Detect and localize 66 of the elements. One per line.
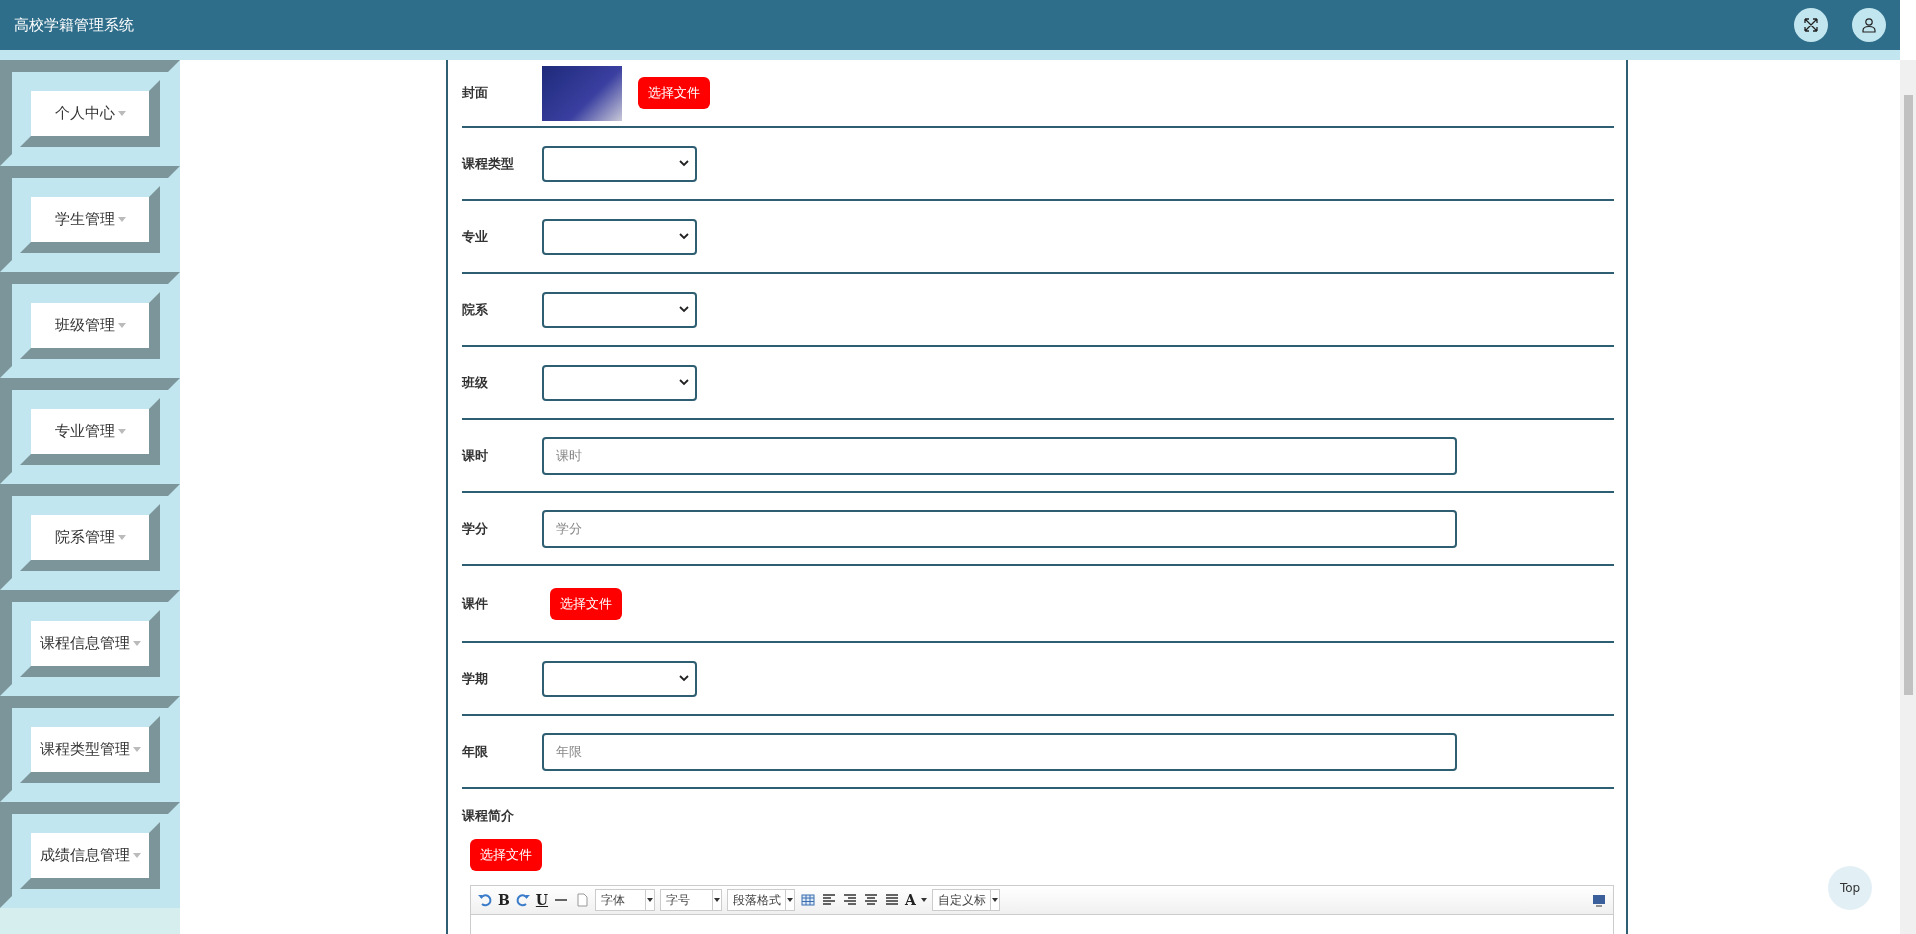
field-label: 课件: [462, 594, 489, 613]
menu-label: 个人中心: [20, 79, 160, 147]
fullscreen-button[interactable]: [1794, 8, 1828, 42]
menu-label: 学生管理: [20, 185, 160, 253]
field-label: 班级: [462, 373, 489, 392]
choose-file-button[interactable]: 选择文件: [470, 839, 542, 871]
field-label: 学期: [462, 669, 489, 688]
menu-label: 课程信息管理: [20, 609, 160, 677]
app-title: 高校学籍管理系统: [14, 15, 134, 35]
sidebar-item[interactable]: 课程类型管理: [0, 696, 180, 802]
sidebar-item[interactable]: 专业管理: [0, 378, 180, 484]
underline-button[interactable]: U: [535, 892, 549, 908]
menu-label: 院系管理: [20, 503, 160, 571]
caret-icon[interactable]: [920, 898, 927, 902]
scrollbar[interactable]: [1900, 60, 1916, 934]
text-field[interactable]: 学分: [542, 509, 1457, 548]
choose-file-button[interactable]: 选择文件: [550, 587, 622, 620]
select-field[interactable]: [542, 291, 697, 328]
field-label: 封面: [462, 84, 489, 102]
chevron-icon: [679, 306, 689, 313]
align-center-icon[interactable]: [863, 892, 880, 908]
chevron-icon: [679, 160, 689, 167]
select-field[interactable]: [542, 364, 697, 401]
expand-arrows-icon: [1803, 17, 1819, 33]
editor-dropdown[interactable]: 段落格式: [727, 889, 796, 911]
monitor-icon[interactable]: [1591, 892, 1607, 908]
editor-dropdown[interactable]: 自定义标: [931, 889, 1000, 911]
chevron-icon: [679, 675, 689, 682]
select-field[interactable]: [542, 660, 697, 697]
menu-label: 成绩信息管理: [20, 821, 160, 889]
redo-icon[interactable]: [514, 892, 531, 908]
menu-label: 专业管理: [20, 397, 160, 465]
text-field[interactable]: 课时: [542, 436, 1457, 475]
user-button[interactable]: [1852, 8, 1886, 42]
editor-dropdown[interactable]: 字体: [595, 889, 656, 911]
field-label: 课程类型: [462, 154, 515, 173]
select-field[interactable]: [542, 145, 697, 182]
text-field[interactable]: 年限: [542, 732, 1457, 771]
select-field[interactable]: [542, 218, 697, 255]
user-icon: [1861, 17, 1877, 33]
chevron-icon: [679, 379, 689, 386]
field-label: 年限: [462, 742, 489, 761]
sidebar-item[interactable]: 课程信息管理: [0, 590, 180, 696]
align-justify-icon[interactable]: [884, 892, 901, 908]
field-label: 专业: [462, 227, 489, 246]
sidebar-item[interactable]: 班级管理: [0, 272, 180, 378]
choose-file-button[interactable]: 选择文件: [638, 77, 710, 109]
field-label: 院系: [462, 300, 489, 319]
menu-label: 课程类型管理: [20, 715, 160, 783]
chevron-icon: [679, 233, 689, 240]
editor-dropdown[interactable]: 字号: [660, 889, 723, 911]
sidebar-item[interactable]: 学生管理: [0, 166, 180, 272]
font-color-button[interactable]: A: [905, 892, 916, 908]
sidebar-item[interactable]: 院系管理: [0, 484, 180, 590]
field-label: 课时: [462, 446, 489, 465]
sidebar-item[interactable]: 个人中心: [0, 60, 180, 166]
bold-button[interactable]: B: [498, 892, 510, 908]
sidebar-item[interactable]: 成绩信息管理: [0, 802, 180, 908]
align-right-icon[interactable]: [842, 892, 859, 908]
back-to-top-button[interactable]: Top: [1828, 866, 1872, 910]
field-label: 学分: [462, 519, 489, 538]
table-icon[interactable]: [800, 892, 817, 908]
undo-icon[interactable]: [477, 892, 493, 908]
field-label: 课程简介: [462, 807, 515, 825]
align-left-icon[interactable]: [821, 892, 838, 908]
menu-label: 班级管理: [20, 291, 160, 359]
